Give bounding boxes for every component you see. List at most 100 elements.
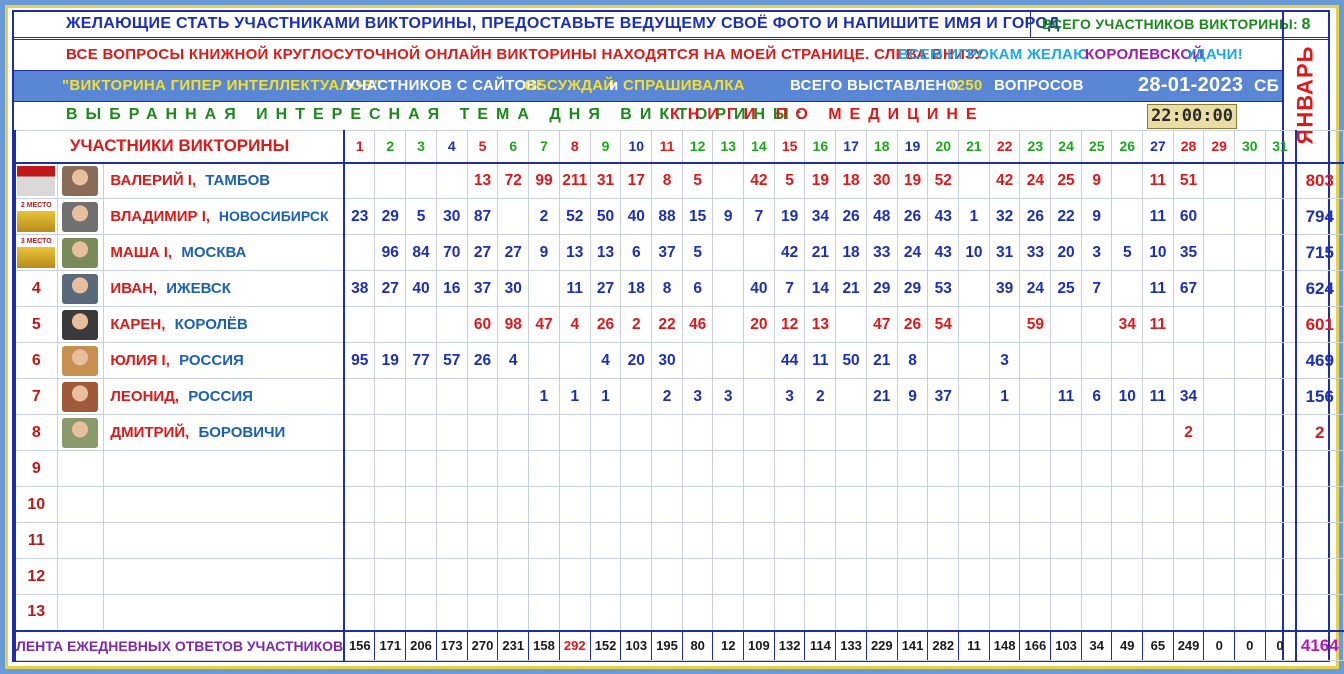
day-header: 25 <box>1080 130 1113 163</box>
score-cell <box>896 414 929 451</box>
score-cell: 52 <box>558 198 591 235</box>
score-cell <box>1233 198 1266 235</box>
day-header: 28 <box>1172 130 1205 163</box>
daily-total-cell: 158 <box>528 629 560 661</box>
avatar-cell <box>56 270 105 307</box>
avatar <box>62 417 99 448</box>
place-badge: 3 МЕСТО <box>20 237 52 245</box>
score-cell: 24 <box>1019 161 1052 199</box>
score-cell: 34 <box>1172 378 1205 415</box>
day-header: 20 <box>927 130 960 163</box>
header-row-3: "ВИКТОРИНА ГИПЕР ИНТЕЛЛЕКТУАЛОВ" УЧАСТНИ… <box>14 71 1282 101</box>
score-cell <box>1111 161 1144 199</box>
daily-total-cell: 114 <box>804 629 837 661</box>
site-link-1[interactable]: ОБСУЖДАЙ <box>524 77 614 94</box>
score-cell <box>712 414 745 451</box>
score-cell <box>958 558 990 595</box>
daily-total-cell: 141 <box>896 629 929 661</box>
score-cell: 26 <box>589 306 622 343</box>
score-cell: 11 <box>1050 378 1082 415</box>
score-cell <box>1203 270 1235 307</box>
participant-city: МОСКВА <box>177 244 247 261</box>
score-cell: 15 <box>681 198 714 235</box>
score-cell: 60 <box>1172 198 1205 235</box>
score-cell <box>405 161 437 199</box>
score-cell: 98 <box>497 306 530 343</box>
daily-total-cell: 282 <box>927 629 960 661</box>
day-header: 14 <box>743 130 775 163</box>
avatar-cell <box>56 378 105 415</box>
score-cell: 40 <box>743 270 775 307</box>
score-cell <box>497 450 530 487</box>
weekday: СБ <box>1254 76 1280 95</box>
score-cell <box>343 450 376 487</box>
avatar-cell <box>56 522 105 559</box>
score-cell <box>528 342 560 379</box>
daily-total-cell: 173 <box>435 629 468 661</box>
score-cell <box>1203 198 1235 235</box>
day-header: 31 <box>1264 130 1297 163</box>
daily-total-cell: 171 <box>374 629 407 661</box>
score-cell <box>681 342 714 379</box>
score-cell <box>1203 414 1235 451</box>
score-cell <box>804 594 837 631</box>
score-cell: 2 <box>528 198 560 235</box>
score-cell <box>1080 594 1113 631</box>
score-cell <box>743 378 775 415</box>
score-cell <box>528 558 560 595</box>
score-cell <box>1142 522 1174 559</box>
participant-name-cell <box>103 558 346 595</box>
rank-cell: 8 <box>13 414 58 451</box>
score-cell <box>405 558 437 595</box>
score-cell: 25 <box>1050 161 1082 199</box>
score-cell <box>743 486 775 523</box>
score-cell <box>374 414 407 451</box>
participant-city: НОВОСИБИРСК <box>215 208 329 224</box>
participant-city: БОРОВИЧИ <box>194 424 286 441</box>
day-header: 30 <box>1233 130 1266 163</box>
score-cell <box>712 270 745 307</box>
avatar <box>62 273 99 304</box>
score-cell <box>343 558 376 595</box>
score-cell <box>1172 486 1205 523</box>
score-cell <box>1233 234 1266 271</box>
score-cell <box>620 450 653 487</box>
total-cell: 601 <box>1294 306 1344 343</box>
day-header: 17 <box>835 130 867 163</box>
participant-name-cell <box>103 522 346 559</box>
score-cell <box>1172 522 1205 559</box>
score-cell: 22 <box>1050 198 1082 235</box>
score-cell <box>804 522 837 559</box>
day-header: 2 <box>374 130 407 163</box>
score-cell <box>343 522 376 559</box>
participant-name-cell: ЮЛИЯ І, РОССИЯ <box>103 342 346 379</box>
score-cell <box>835 378 867 415</box>
daily-total-cell: 195 <box>651 629 683 661</box>
score-cell <box>1264 522 1297 559</box>
score-cell: 37 <box>927 378 960 415</box>
site-link-2[interactable]: СПРАШИВАЛКА <box>623 77 745 94</box>
score-cell <box>743 234 775 271</box>
score-cell: 11 <box>1142 161 1174 199</box>
score-cell <box>1111 414 1144 451</box>
score-cell <box>1264 414 1297 451</box>
table-row: 13 <box>13 594 1344 631</box>
score-cell <box>681 558 714 595</box>
score-cell <box>927 414 960 451</box>
score-cell: 14 <box>804 270 837 307</box>
score-cell <box>681 594 714 631</box>
score-cell <box>651 450 683 487</box>
score-cell: 57 <box>435 342 468 379</box>
daily-total-cell: 0 <box>1203 629 1235 661</box>
table-row: 4 ИВАН, ИЖЕВСК 38 27 40 16 37 30 11 27 18 8 6 40 7 14 21… <box>13 270 1344 307</box>
score-cell <box>1019 450 1052 487</box>
total-cell <box>1294 558 1344 595</box>
divider <box>1030 12 1031 37</box>
day-header: 4 <box>435 130 468 163</box>
footer-label: ЛЕНТА ЕЖЕДНЕВНЫХ ОТВЕТОВ УЧАСТНИКОВ <box>13 629 346 661</box>
daily-total-cell: 229 <box>865 629 898 661</box>
day-header: 5 <box>466 130 499 163</box>
score-cell: 10 <box>1142 234 1174 271</box>
questions-unit: ВОПРОСОВ <box>994 77 1084 94</box>
score-cell <box>988 558 1021 595</box>
